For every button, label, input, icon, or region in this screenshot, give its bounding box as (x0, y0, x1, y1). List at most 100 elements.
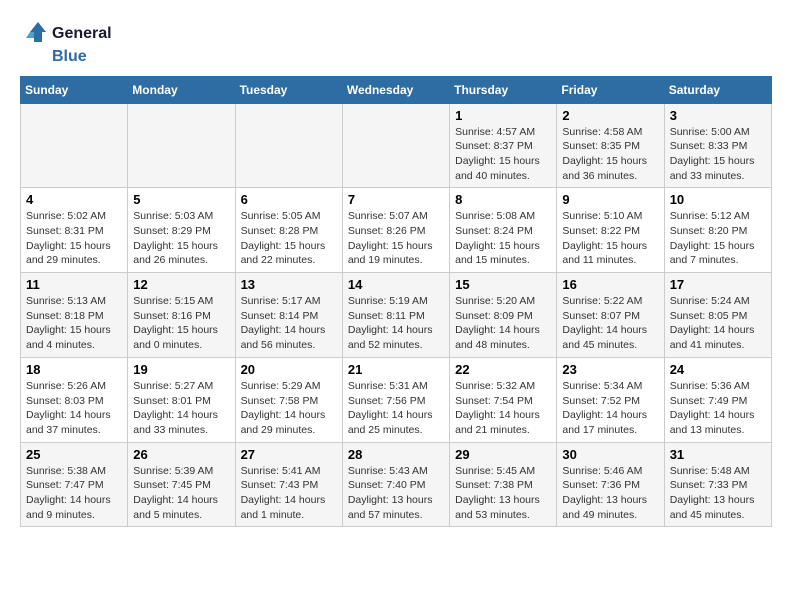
day-info: Sunrise: 5:15 AM Sunset: 8:16 PM Dayligh… (133, 294, 229, 353)
calendar-cell: 8 Sunrise: 5:08 AM Sunset: 8:24 PM Daylig… (450, 188, 557, 273)
calendar-cell: 18Sunrise: 5:26 AM Sunset: 8:03 PM Dayli… (21, 357, 128, 442)
day-info: Sunrise: 5:00 AM Sunset: 8:33 PM Dayligh… (670, 125, 766, 184)
calendar-cell (235, 103, 342, 188)
day-number: 7 (348, 192, 444, 207)
calendar-cell: 13 Sunrise: 5:17 AM Sunset: 8:14 PM Dayli… (235, 273, 342, 358)
day-info: Sunrise: 5:13 AM Sunset: 8:18 PM Dayligh… (26, 294, 122, 353)
day-info: Sunrise: 5:26 AM Sunset: 8:03 PM Dayligh… (26, 379, 122, 438)
day-info: Sunrise: 5:07 AM Sunset: 8:26 PM Dayligh… (348, 209, 444, 268)
calendar-week-row: 1 Sunrise: 4:57 AM Sunset: 8:37 PM Daylig… (21, 103, 772, 188)
day-number: 19 (133, 362, 229, 377)
day-info: Sunrise: 5:39 AM Sunset: 7:45 PM Dayligh… (133, 464, 229, 523)
calendar-cell: 16 Sunrise: 5:22 AM Sunset: 8:07 PM Dayli… (557, 273, 664, 358)
day-info: Sunrise: 5:24 AM Sunset: 8:05 PM Dayligh… (670, 294, 766, 353)
page-header: General Blue (20, 20, 772, 66)
calendar-cell: 20Sunrise: 5:29 AM Sunset: 7:58 PM Dayli… (235, 357, 342, 442)
day-info: Sunrise: 4:57 AM Sunset: 8:37 PM Dayligh… (455, 125, 551, 184)
day-info: Sunrise: 5:12 AM Sunset: 8:20 PM Dayligh… (670, 209, 766, 268)
calendar-cell: 23 Sunrise: 5:34 AM Sunset: 7:52 PM Dayli… (557, 357, 664, 442)
day-info: Sunrise: 5:10 AM Sunset: 8:22 PM Dayligh… (562, 209, 658, 268)
calendar-cell: 7 Sunrise: 5:07 AM Sunset: 8:26 PM Daylig… (342, 188, 449, 273)
calendar-cell: 27Sunrise: 5:41 AM Sunset: 7:43 PM Dayli… (235, 442, 342, 527)
calendar-cell: 25 Sunrise: 5:38 AM Sunset: 7:47 PM Dayli… (21, 442, 128, 527)
calendar-cell: 17 Sunrise: 5:24 AM Sunset: 8:05 PM Dayli… (664, 273, 771, 358)
day-number: 25 (26, 447, 122, 462)
calendar-table: SundayMondayTuesdayWednesdayThursdayFrid… (20, 76, 772, 528)
day-number: 15 (455, 277, 551, 292)
column-header-wednesday: Wednesday (342, 76, 449, 103)
day-number: 28 (348, 447, 444, 462)
day-info: Sunrise: 5:36 AM Sunset: 7:49 PM Dayligh… (670, 379, 766, 438)
column-header-monday: Monday (128, 76, 235, 103)
day-number: 8 (455, 192, 551, 207)
calendar-cell: 9 Sunrise: 5:10 AM Sunset: 8:22 PM Daylig… (557, 188, 664, 273)
logo-blue: Blue (52, 48, 87, 66)
day-info: Sunrise: 5:27 AM Sunset: 8:01 PM Dayligh… (133, 379, 229, 438)
day-number: 22 (455, 362, 551, 377)
day-number: 24 (670, 362, 766, 377)
calendar-cell: 3 Sunrise: 5:00 AM Sunset: 8:33 PM Daylig… (664, 103, 771, 188)
day-number: 4 (26, 192, 122, 207)
calendar-cell: 19 Sunrise: 5:27 AM Sunset: 8:01 PM Dayli… (128, 357, 235, 442)
day-info: Sunrise: 5:29 AM Sunset: 7:58 PM Dayligh… (241, 379, 337, 438)
calendar-cell (342, 103, 449, 188)
day-number: 12 (133, 277, 229, 292)
day-info: Sunrise: 5:43 AM Sunset: 7:40 PM Dayligh… (348, 464, 444, 523)
calendar-cell: 12 Sunrise: 5:15 AM Sunset: 8:16 PM Dayli… (128, 273, 235, 358)
calendar-cell: 2 Sunrise: 4:58 AM Sunset: 8:35 PM Daylig… (557, 103, 664, 188)
column-header-saturday: Saturday (664, 76, 771, 103)
calendar-cell: 28 Sunrise: 5:43 AM Sunset: 7:40 PM Dayli… (342, 442, 449, 527)
day-info: Sunrise: 5:34 AM Sunset: 7:52 PM Dayligh… (562, 379, 658, 438)
calendar-cell: 30Sunrise: 5:46 AM Sunset: 7:36 PM Dayli… (557, 442, 664, 527)
day-number: 10 (670, 192, 766, 207)
calendar-cell: 4 Sunrise: 5:02 AM Sunset: 8:31 PM Daylig… (21, 188, 128, 273)
day-number: 6 (241, 192, 337, 207)
column-header-thursday: Thursday (450, 76, 557, 103)
logo-bird-icon (20, 20, 48, 48)
day-info: Sunrise: 5:48 AM Sunset: 7:33 PM Dayligh… (670, 464, 766, 523)
calendar-cell: 14 Sunrise: 5:19 AM Sunset: 8:11 PM Dayli… (342, 273, 449, 358)
logo-general: General (52, 25, 112, 42)
day-info: Sunrise: 5:45 AM Sunset: 7:38 PM Dayligh… (455, 464, 551, 523)
calendar-cell: 31Sunrise: 5:48 AM Sunset: 7:33 PM Dayli… (664, 442, 771, 527)
day-info: Sunrise: 5:19 AM Sunset: 8:11 PM Dayligh… (348, 294, 444, 353)
calendar-cell: 15Sunrise: 5:20 AM Sunset: 8:09 PM Dayli… (450, 273, 557, 358)
day-number: 23 (562, 362, 658, 377)
day-number: 9 (562, 192, 658, 207)
day-info: Sunrise: 5:02 AM Sunset: 8:31 PM Dayligh… (26, 209, 122, 268)
day-info: Sunrise: 5:32 AM Sunset: 7:54 PM Dayligh… (455, 379, 551, 438)
calendar-week-row: 25 Sunrise: 5:38 AM Sunset: 7:47 PM Dayli… (21, 442, 772, 527)
calendar-cell: 29 Sunrise: 5:45 AM Sunset: 7:38 PM Dayli… (450, 442, 557, 527)
day-number: 29 (455, 447, 551, 462)
column-header-friday: Friday (557, 76, 664, 103)
day-info: Sunrise: 5:05 AM Sunset: 8:28 PM Dayligh… (241, 209, 337, 268)
calendar-cell (128, 103, 235, 188)
day-number: 26 (133, 447, 229, 462)
logo: General Blue (20, 20, 112, 66)
day-number: 21 (348, 362, 444, 377)
calendar-header-row: SundayMondayTuesdayWednesdayThursdayFrid… (21, 76, 772, 103)
day-info: Sunrise: 5:22 AM Sunset: 8:07 PM Dayligh… (562, 294, 658, 353)
calendar-cell (21, 103, 128, 188)
day-info: Sunrise: 5:08 AM Sunset: 8:24 PM Dayligh… (455, 209, 551, 268)
calendar-cell: 11Sunrise: 5:13 AM Sunset: 8:18 PM Dayli… (21, 273, 128, 358)
calendar-week-row: 18Sunrise: 5:26 AM Sunset: 8:03 PM Dayli… (21, 357, 772, 442)
day-number: 13 (241, 277, 337, 292)
day-number: 17 (670, 277, 766, 292)
day-info: Sunrise: 5:31 AM Sunset: 7:56 PM Dayligh… (348, 379, 444, 438)
day-number: 16 (562, 277, 658, 292)
calendar-week-row: 11Sunrise: 5:13 AM Sunset: 8:18 PM Dayli… (21, 273, 772, 358)
day-number: 1 (455, 108, 551, 123)
day-number: 14 (348, 277, 444, 292)
column-header-sunday: Sunday (21, 76, 128, 103)
calendar-cell: 24 Sunrise: 5:36 AM Sunset: 7:49 PM Dayli… (664, 357, 771, 442)
day-info: Sunrise: 5:17 AM Sunset: 8:14 PM Dayligh… (241, 294, 337, 353)
calendar-cell: 6 Sunrise: 5:05 AM Sunset: 8:28 PM Daylig… (235, 188, 342, 273)
calendar-cell: 26 Sunrise: 5:39 AM Sunset: 7:45 PM Dayli… (128, 442, 235, 527)
day-number: 2 (562, 108, 658, 123)
day-number: 3 (670, 108, 766, 123)
logo-container: General Blue (20, 20, 112, 66)
day-info: Sunrise: 5:38 AM Sunset: 7:47 PM Dayligh… (26, 464, 122, 523)
calendar-cell: 22 Sunrise: 5:32 AM Sunset: 7:54 PM Dayli… (450, 357, 557, 442)
day-info: Sunrise: 4:58 AM Sunset: 8:35 PM Dayligh… (562, 125, 658, 184)
